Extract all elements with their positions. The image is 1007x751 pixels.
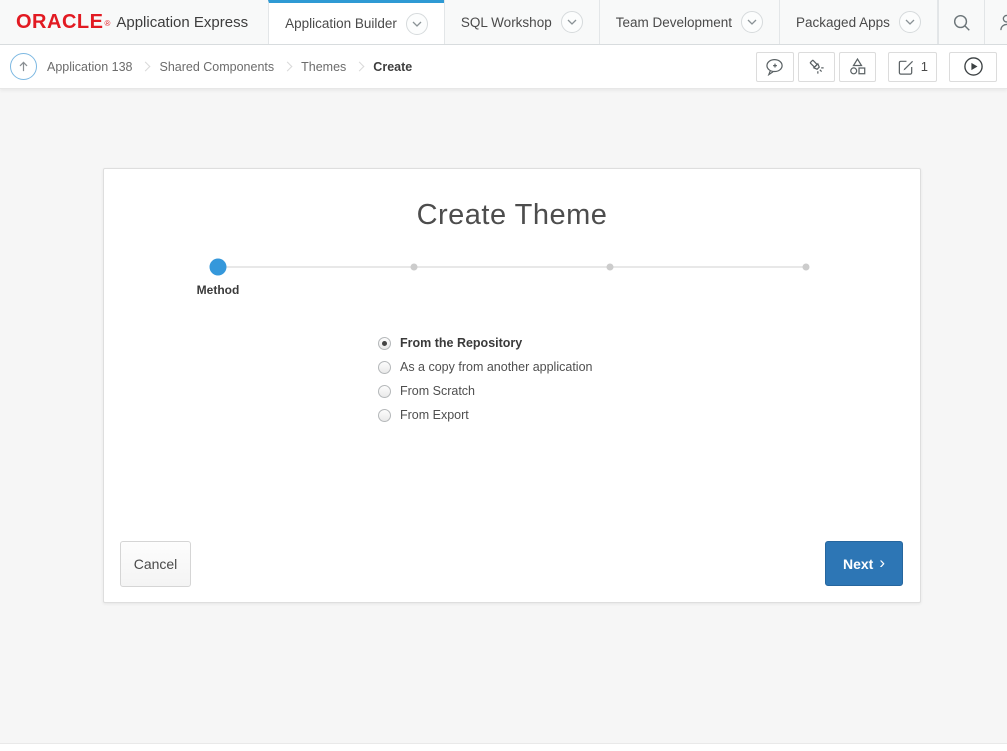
utilities-button[interactable] — [798, 52, 835, 82]
tab-label: SQL Workshop — [461, 15, 552, 30]
page-toolbar: 1 — [752, 52, 997, 82]
edit-icon — [897, 58, 915, 76]
tab-label: Team Development — [616, 15, 732, 30]
tab-team-development[interactable]: Team Development — [599, 0, 779, 44]
feedback-button[interactable] — [756, 52, 794, 82]
wizard-step-4 — [803, 264, 810, 271]
breadcrumb-separator — [355, 62, 365, 72]
tab-application-builder[interactable]: Application Builder — [268, 0, 444, 44]
tab-packaged-apps[interactable]: Packaged Apps — [779, 0, 938, 44]
radio-button-icon — [378, 385, 391, 398]
search-button[interactable] — [939, 0, 984, 44]
radio-from-export[interactable]: From Export — [378, 403, 592, 427]
next-button[interactable]: Next › — [825, 541, 903, 586]
product-name: Application Express — [116, 14, 248, 31]
chevron-right-icon: › — [879, 554, 885, 571]
chevron-down-icon[interactable] — [741, 11, 763, 33]
main-tabs: Application Builder SQL Workshop Team De… — [268, 0, 938, 44]
chevron-down-icon[interactable] — [899, 11, 921, 33]
create-theme-wizard: Create Theme Method From the Repository … — [103, 168, 921, 603]
breadcrumb-item-themes[interactable]: Themes — [301, 60, 346, 74]
breadcrumb-item-shared-components[interactable]: Shared Components — [159, 60, 274, 74]
radio-button-icon — [378, 409, 391, 422]
progress-line — [218, 266, 806, 268]
tab-label: Packaged Apps — [796, 15, 890, 30]
breadcrumb-item-application[interactable]: Application 138 — [47, 60, 132, 74]
admin-tools-icon — [998, 13, 1007, 32]
search-icon — [952, 13, 971, 32]
radio-button-icon — [378, 361, 391, 374]
next-button-label: Next — [843, 556, 873, 572]
oracle-wordmark: ORACLE — [16, 11, 103, 34]
breadcrumb-bar: Application 138 Shared Components Themes… — [0, 45, 1007, 89]
breadcrumb-separator — [141, 62, 151, 72]
page-background: Create Theme Method From the Repository … — [0, 89, 1007, 743]
wizard-step-2 — [410, 264, 417, 271]
run-application-button[interactable] — [949, 52, 997, 82]
flashlight-icon — [807, 57, 826, 76]
radio-button-icon — [378, 337, 391, 350]
wizard-progress: Method — [218, 259, 806, 275]
tab-sql-workshop[interactable]: SQL Workshop — [444, 0, 599, 44]
header-actions: ? — [938, 0, 1007, 44]
edit-page-button[interactable]: 1 — [888, 52, 937, 82]
play-icon — [963, 56, 984, 77]
radio-copy-from-application[interactable]: As a copy from another application — [378, 355, 592, 379]
cancel-button[interactable]: Cancel — [120, 541, 191, 587]
chevron-down-icon[interactable] — [561, 11, 583, 33]
wizard-step-3 — [607, 264, 614, 271]
admin-menu-button[interactable] — [985, 0, 1007, 44]
registered-mark: ® — [104, 19, 110, 28]
feedback-icon — [765, 58, 785, 76]
page-footer: tim tim en Copyright © 1999, 2015, Oracl… — [0, 743, 1007, 751]
method-radio-group: From the Repository As a copy from anoth… — [378, 331, 592, 427]
breadcrumb: Application 138 Shared Components Themes… — [10, 53, 412, 80]
breadcrumb-current: Create — [373, 60, 412, 74]
top-navigation-bar: ORACLE ® Application Express Application… — [0, 0, 1007, 45]
breadcrumb-separator — [283, 62, 293, 72]
wizard-step-label: Method — [197, 283, 240, 297]
shared-components-button[interactable] — [839, 52, 876, 82]
tab-label: Application Builder — [285, 16, 397, 31]
shapes-icon — [848, 57, 867, 76]
oracle-apex-logo[interactable]: ORACLE ® Application Express — [0, 0, 268, 44]
wizard-step-method — [210, 259, 227, 276]
page-title: Create Theme — [104, 199, 920, 232]
radio-from-repository[interactable]: From the Repository — [378, 331, 592, 355]
radio-from-scratch[interactable]: From Scratch — [378, 379, 592, 403]
edit-page-number: 1 — [921, 59, 928, 74]
up-arrow-icon[interactable] — [10, 53, 37, 80]
chevron-down-icon[interactable] — [406, 13, 428, 35]
